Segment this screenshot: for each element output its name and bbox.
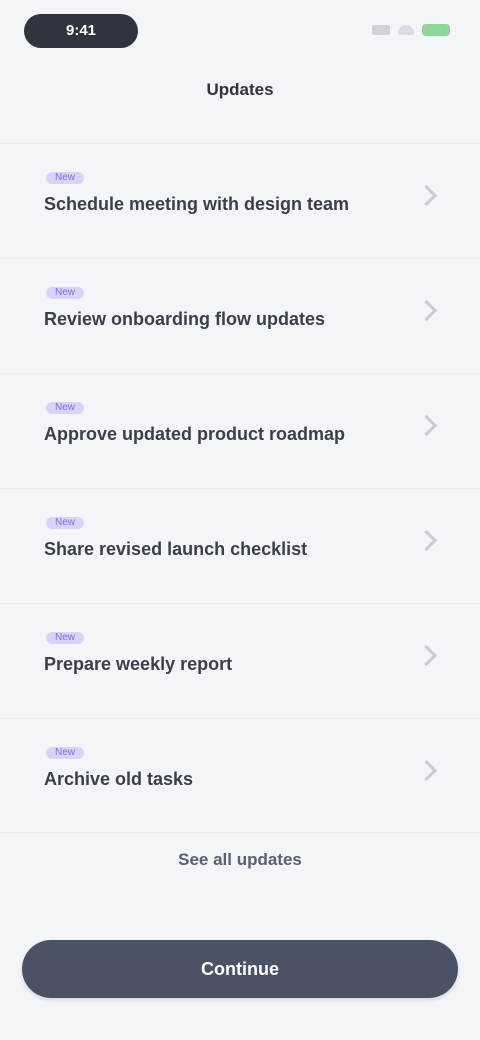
new-badge: New [46, 747, 84, 759]
new-badge: New [46, 172, 84, 184]
battery-icon [422, 24, 450, 36]
see-all-link[interactable]: See all updates [0, 850, 480, 870]
chevron-right-icon [415, 184, 438, 207]
list-item[interactable]: New Approve updated product roadmap [0, 373, 480, 488]
chevron-right-icon [415, 644, 438, 667]
list-item-title: Review onboarding flow updates [44, 309, 326, 329]
status-icons [372, 24, 450, 36]
list-item[interactable]: New Schedule meeting with design team [0, 143, 480, 258]
list-item[interactable]: New Share revised launch checklist [0, 488, 480, 603]
chevron-right-icon [415, 759, 438, 782]
list-item-title: Share revised launch checklist [44, 539, 308, 559]
new-badge: New [46, 632, 84, 644]
continue-button[interactable]: Continue [22, 940, 458, 998]
list-item[interactable]: New Archive old tasks [0, 718, 480, 833]
chevron-right-icon [415, 414, 438, 437]
new-badge: New [46, 517, 84, 529]
chevron-right-icon [415, 299, 438, 322]
list-item[interactable]: New Prepare weekly report [0, 603, 480, 718]
header: Updates [0, 64, 480, 116]
updates-list: New Schedule meeting with design team Ne… [0, 143, 480, 833]
status-bar: 9:41 [0, 0, 480, 62]
new-badge: New [46, 287, 84, 299]
screen: 9:41 Updates New Schedule meeting with d… [0, 0, 480, 1040]
list-item-title: Schedule meeting with design team [44, 194, 350, 214]
chevron-right-icon [415, 529, 438, 552]
list-item-title: Prepare weekly report [44, 654, 233, 674]
list-item[interactable]: New Review onboarding flow updates [0, 258, 480, 373]
signal-icon [372, 25, 390, 35]
list-item-title: Approve updated product roadmap [44, 424, 346, 444]
page-title: Updates [206, 80, 274, 99]
status-time-pill: 9:41 [24, 14, 138, 48]
wifi-icon [398, 25, 414, 35]
list-item-title: Archive old tasks [44, 769, 194, 789]
new-badge: New [46, 402, 84, 414]
